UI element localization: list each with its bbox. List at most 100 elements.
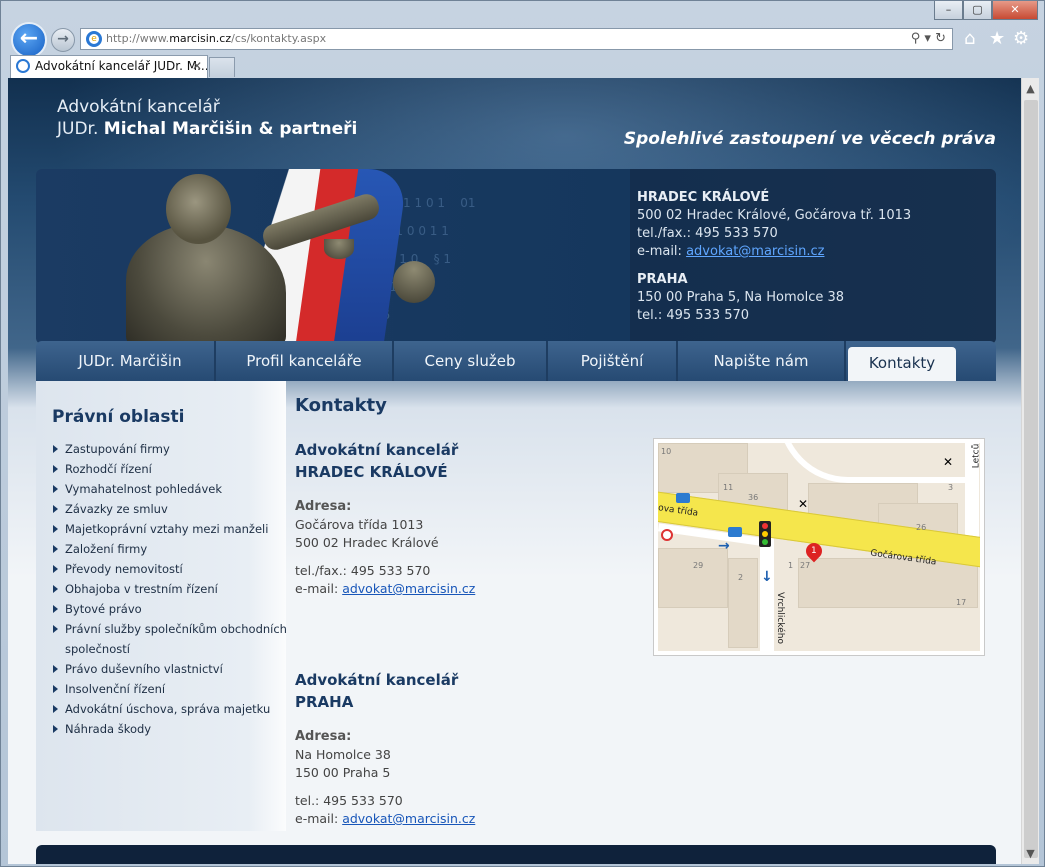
map-label-letcu: Letců [971, 443, 980, 469]
map-number: 26 [916, 523, 927, 532]
location-map[interactable]: Gočárova třída ova třída Vrchlického Let… [653, 438, 985, 656]
url-text[interactable]: http://www.marcisin.cz/cs/kontakty.aspx [106, 32, 326, 45]
sidebar-item[interactable]: Převody nemovitostí [52, 559, 288, 579]
slogan: Spolehlivé zastoupení ve věcech práva [623, 129, 996, 149]
main-navigation: JUDr. Marčišin Profil kanceláře Ceny slu… [36, 341, 996, 381]
address-bar[interactable]: e http://www.marcisin.cz/cs/kontakty.asp… [80, 28, 953, 50]
sidebar-item[interactable]: Advokátní úschova, správa majetku [52, 699, 288, 719]
maximize-button[interactable]: ▢ [963, 1, 992, 20]
ie-tab-icon [16, 59, 30, 73]
sidebar-item[interactable]: Náhrada škody [52, 719, 288, 739]
sidebar-list: Zastupování firmy Rozhodčí řízení Vymaha… [52, 439, 288, 739]
map-number: 11 [723, 483, 734, 492]
sidebar-item[interactable]: Rozhodčí řízení [52, 459, 288, 479]
url-path: /cs/kontakty.aspx [231, 32, 327, 45]
map-number: 27 [800, 561, 811, 570]
url-prefix: http://www. [106, 32, 170, 45]
map-number: 3 [948, 483, 954, 492]
map-building [798, 558, 978, 608]
office-praha-email-link[interactable]: advokat@marcisin.cz [342, 811, 475, 826]
refresh-icon[interactable]: ↻ [935, 31, 946, 46]
nav-item-pojisteni[interactable]: Pojištění [548, 341, 678, 381]
nav-item-napiste[interactable]: Napište nám [678, 341, 846, 381]
hero-hk-title: HRADEC KRÁLOVÉ [637, 190, 770, 205]
tab-close-icon[interactable]: ✕ [192, 56, 202, 77]
office-hk-heading1: Advokátní kancelář [295, 441, 459, 459]
vertical-scrollbar[interactable]: ▲ ▼ [1021, 78, 1039, 864]
office-hk-email-label: e-mail: [295, 581, 339, 596]
traffic-light-icon [759, 521, 771, 547]
brand-line2[interactable]: JUDr. Michal Marčišin & partneři [57, 119, 357, 139]
hero-praha-phone: tel.: 495 533 570 [637, 308, 750, 323]
hero-hk-email-line: e-mail: advokat@marcisin.cz [637, 243, 911, 261]
sidebar-item[interactable]: Právo duševního vlastnictví [52, 659, 288, 679]
page-footer [36, 845, 996, 864]
nav-item-marcisin[interactable]: JUDr. Marčišin [46, 341, 216, 381]
search-icon[interactable]: ⚲ [911, 31, 921, 46]
sidebar-item[interactable]: Závazky ze smluv [52, 499, 288, 519]
office-praha-heading1: Advokátní kancelář [295, 671, 459, 689]
office-praha-street: Na Homolce 38 [295, 747, 391, 762]
arrow-right-icon: → [718, 538, 730, 554]
office-hk-address-label: Adresa: [295, 499, 352, 514]
map-number: 29 [693, 561, 704, 570]
scroll-up-icon[interactable]: ▲ [1022, 80, 1039, 97]
map-number: 36 [748, 493, 759, 502]
map-canvas: Gočárova třída ova třída Vrchlického Let… [658, 443, 980, 651]
new-tab-button[interactable] [209, 57, 235, 77]
brand-name: Michal Marčišin & partneři [103, 119, 358, 139]
ie-logo-icon: e [86, 31, 102, 47]
map-number: 17 [956, 598, 967, 607]
browser-tab[interactable]: Advokátní kancelář JUDr. M... ✕ [10, 55, 208, 78]
url-domain: marcisin.cz [169, 32, 232, 45]
forward-button[interactable]: → [51, 28, 75, 52]
bus-stop-icon [676, 493, 690, 503]
browser-window: – ▢ ✕ ← → e http://www.marcisin.cz/cs/ko… [0, 0, 1045, 867]
office-praha-address-label: Adresa: [295, 729, 352, 744]
star-icon[interactable]: ★ [989, 28, 1005, 49]
page-viewport: Advokátní kancelář JUDr. Michal Marčišin… [8, 78, 1021, 864]
arrow-right-icon: → [57, 31, 69, 47]
scale-right-pan [393, 261, 435, 303]
sidebar-item[interactable]: Majetkoprávní vztahy mezi manželi [52, 519, 288, 539]
back-button[interactable]: ← [11, 22, 47, 58]
office-praha: Advokátní kancelář PRAHA Adresa: Na Homo… [295, 669, 595, 828]
window-controls: – ▢ ✕ [934, 1, 1038, 20]
office-praha-email-line: e-mail: advokat@marcisin.cz [295, 810, 595, 828]
office-praha-email-label: e-mail: [295, 811, 339, 826]
sidebar-item[interactable]: Obhajoba v trestním řízení [52, 579, 288, 599]
map-number: 1 [788, 561, 794, 570]
scrollbar-thumb[interactable] [1024, 100, 1038, 858]
hero-praha-address: 150 00 Praha 5, Na Homolce 38 [637, 290, 845, 305]
nav-item-ceny[interactable]: Ceny služeb [394, 341, 548, 381]
sidebar-item[interactable]: Vymahatelnost pohledávek [52, 479, 288, 499]
nav-item-kontakty[interactable]: Kontakty [848, 347, 956, 381]
office-hk-email-link[interactable]: advokat@marcisin.cz [342, 581, 475, 596]
sidebar-item[interactable]: Insolvenční řízení [52, 679, 288, 699]
scroll-down-icon[interactable]: ▼ [1022, 845, 1039, 862]
sidebar-item[interactable]: Právní služby společníkům obchodních spo… [52, 619, 288, 659]
office-hk-heading2: HRADEC KRÁLOVÉ [295, 463, 448, 481]
office-hk-city: 500 02 Hradec Králové [295, 535, 439, 550]
nav-item-profil[interactable]: Profil kanceláře [216, 341, 394, 381]
sidebar: Právní oblasti Zastupování firmy Rozhodč… [36, 381, 288, 831]
gear-icon[interactable]: ⚙ [1013, 28, 1029, 49]
no-entry-icon [661, 529, 673, 541]
minimize-button[interactable]: – [934, 1, 963, 20]
sidebar-item[interactable]: Založení firmy [52, 539, 288, 559]
office-praha-phone: tel.: 495 533 570 [295, 793, 403, 808]
address-tools: ⚲ ▾ ↻ [910, 31, 946, 46]
close-button[interactable]: ✕ [992, 1, 1038, 20]
page-title: Kontakty [295, 395, 387, 416]
tab-title: Advokátní kancelář JUDr. M... [35, 59, 208, 73]
hero-email-link[interactable]: advokat@marcisin.cz [686, 244, 824, 259]
sidebar-title: Právní oblasti [52, 407, 185, 427]
map-building [658, 548, 728, 608]
office-hk-email-line: e-mail: advokat@marcisin.cz [295, 580, 595, 598]
sidebar-item[interactable]: Zastupování firmy [52, 439, 288, 459]
sidebar-item[interactable]: Bytové právo [52, 599, 288, 619]
office-praha-city: 150 00 Praha 5 [295, 765, 391, 780]
home-icon[interactable]: ⌂ [964, 28, 975, 49]
brand-prefix: JUDr. [57, 119, 99, 139]
brand-line1: Advokátní kancelář [57, 97, 220, 117]
